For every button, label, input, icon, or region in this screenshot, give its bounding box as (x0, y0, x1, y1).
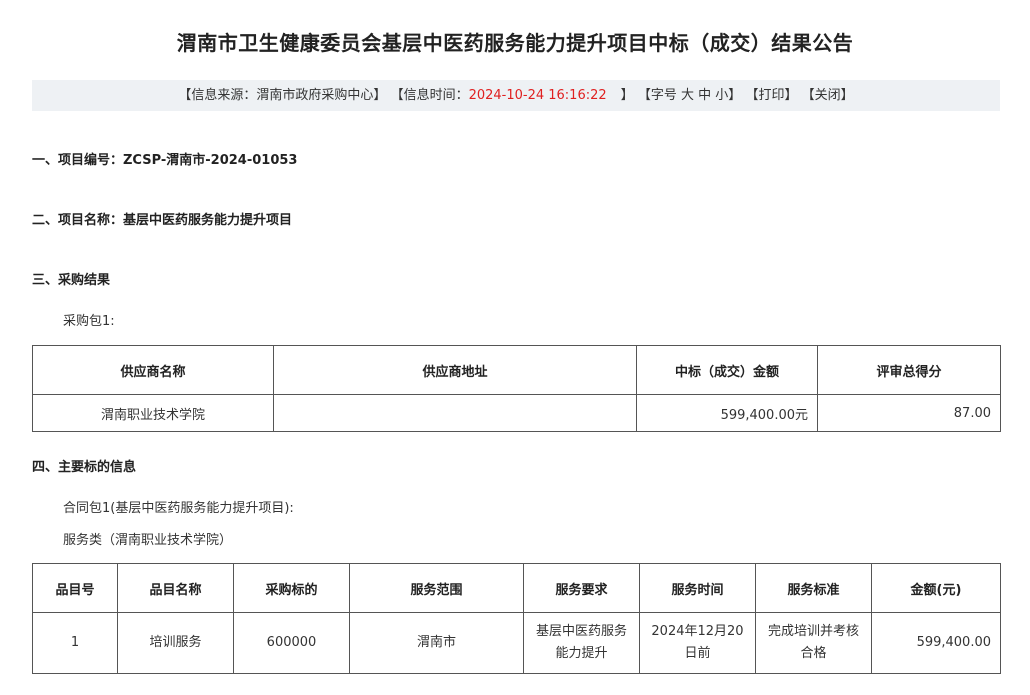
table-row: 渭南职业技术学院 599,400.00元 87.00 (32, 394, 1001, 432)
cell-supplier-address (273, 394, 637, 432)
time-label: 【信息时间： (390, 88, 469, 103)
contract-package-label: 合同包1(基层中医药服务能力提升项目): (63, 501, 294, 516)
header-procurement-target: 采购标的 (233, 563, 350, 613)
header-item-no: 品目号 (32, 563, 118, 613)
header-service-requirement: 服务要求 (523, 563, 640, 613)
header-item-name: 品目名称 (117, 563, 234, 613)
package-label: 采购包1: (63, 314, 115, 329)
cell-item-name: 培训服务 (117, 612, 234, 674)
info-bar: 【信息来源：渭南市政府采购中心】 【信息时间：2024-10-24 16:16:… (32, 80, 1000, 111)
header-supplier-address: 供应商地址 (273, 345, 637, 395)
source-value: 渭南市政府采购中心】 (256, 88, 387, 103)
header-service-standard: 服务标准 (755, 563, 872, 613)
header-amount: 金额(元) (871, 563, 1001, 613)
header-service-scope: 服务范围 (349, 563, 524, 613)
source-label: 【信息来源： (178, 88, 257, 103)
header-total-score: 评审总得分 (817, 345, 1001, 395)
table-header-row: 品目号 品目名称 采购标的 服务范围 服务要求 服务时间 服务标准 金额(元) (32, 563, 1001, 613)
cell-total-score: 87.00 (817, 394, 1001, 432)
cell-service-scope: 渭南市 (349, 612, 524, 674)
font-medium-link[interactable]: 中 (698, 88, 711, 103)
project-number: 一、项目编号：ZCSP-渭南市-2024-01053 (32, 153, 298, 168)
print-link[interactable]: 【打印】 (745, 88, 797, 103)
table-header-row: 供应商名称 供应商地址 中标（成交）金额 评审总得分 (32, 345, 1001, 395)
cell-amount: 599,400.00 (871, 612, 1001, 674)
close-link[interactable]: 【关闭】 (802, 88, 854, 103)
page-title: 渭南市卫生健康委员会基层中医药服务能力提升项目中标（成交）结果公告 (176, 31, 854, 55)
font-large-link[interactable]: 大 (681, 88, 694, 103)
page: 渭南市卫生健康委员会基层中医药服务能力提升项目中标（成交）结果公告 【信息来源：… (0, 0, 1030, 695)
header-supplier-name: 供应商名称 (32, 345, 274, 395)
cell-bid-amount: 599,400.00元 (636, 394, 818, 432)
cell-supplier-name: 渭南职业技术学院 (32, 394, 274, 432)
cell-item-no: 1 (32, 612, 118, 674)
time-value: 2024-10-24 16:16:22 (468, 88, 607, 103)
header-bid-amount: 中标（成交）金额 (636, 345, 818, 395)
project-name: 二、项目名称：基层中医药服务能力提升项目 (32, 213, 293, 228)
font-small-link[interactable]: 小】 (715, 88, 741, 103)
table-row: 1 培训服务 600000 渭南市 基层中医药服务能力提升 2024年12月20… (32, 612, 1001, 674)
service-table: 品目号 品目名称 采购标的 服务范围 服务要求 服务时间 服务标准 金额(元) … (32, 563, 1001, 674)
header-service-time: 服务时间 (639, 563, 756, 613)
font-size-label: 【字号 (637, 88, 677, 103)
cell-procurement-target: 600000 (233, 612, 350, 674)
cell-service-requirement: 基层中医药服务能力提升 (523, 612, 640, 674)
result-table: 供应商名称 供应商地址 中标（成交）金额 评审总得分 渭南职业技术学院 599,… (32, 345, 1001, 432)
main-info-heading: 四、主要标的信息 (32, 460, 137, 475)
cell-service-time: 2024年12月20日前 (639, 612, 756, 674)
service-type-label: 服务类（渭南职业技术学院） (63, 533, 233, 548)
cell-service-standard: 完成培训并考核合格 (755, 612, 872, 674)
procurement-result-heading: 三、采购结果 (32, 273, 111, 288)
time-close: 】 (620, 88, 634, 103)
